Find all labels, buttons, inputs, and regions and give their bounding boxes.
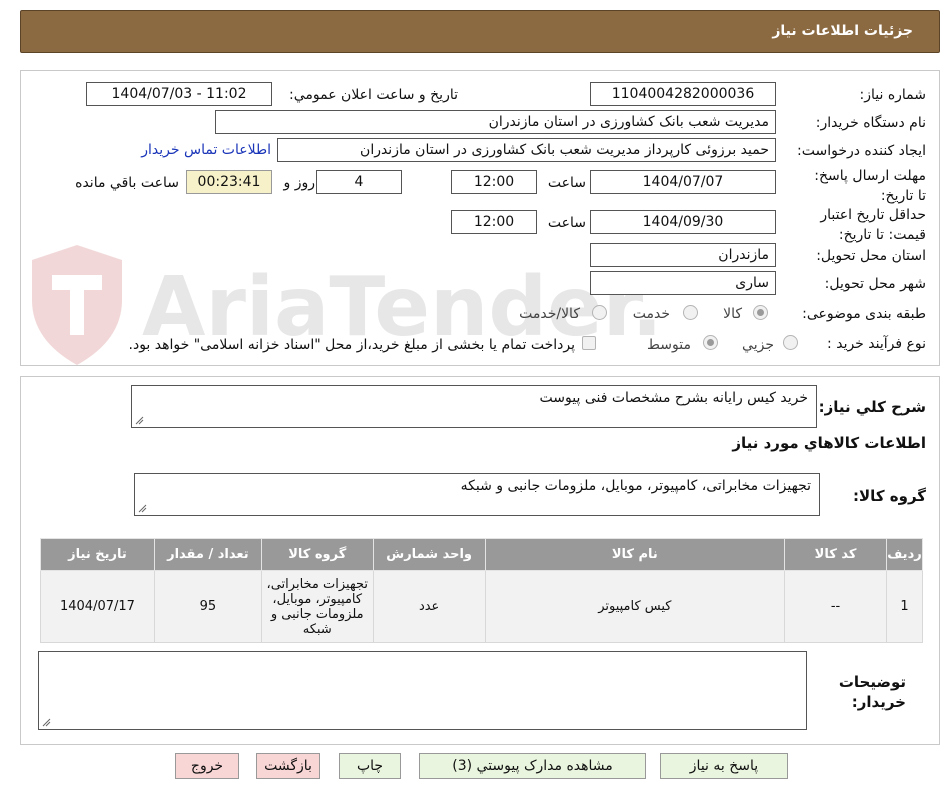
resize-handle-icon[interactable] — [42, 718, 51, 727]
contact-info-link[interactable]: اطلاعات تماس خريدار — [141, 142, 271, 158]
city-field: ساری — [590, 271, 776, 295]
cell-goods-code: -- — [784, 570, 887, 643]
goods-section-title: اطلاعات کالاهاي مورد نياز — [732, 434, 926, 452]
col-need-date: تاريخ نياز — [40, 538, 155, 571]
price-time-field: 12:00 — [451, 210, 537, 234]
exit-button[interactable]: خروج — [175, 753, 239, 779]
price-validity-label: حداقل تاريخ اعتبار قيمت: تا تاريخ: — [820, 207, 926, 243]
goods-group-textarea[interactable]: تجهيزات مخابراتی، کامپيوتر، موبايل، ملزو… — [134, 473, 820, 516]
view-attachments-button[interactable]: مشاهده مدارک پيوستي (3) — [419, 753, 646, 779]
cell-goods-name: کيس کامپيوتر — [484, 570, 786, 643]
buyer-notes-textarea[interactable] — [38, 651, 807, 730]
announce-label: تاريخ و ساعت اعلان عمومي: — [289, 87, 458, 103]
reply-date-field: 1404/07/07 — [590, 170, 776, 194]
remaining-time-field: 00:23:41 — [186, 170, 272, 194]
price-date-field: 1404/09/30 — [590, 210, 776, 234]
reply-deadline-label: مهلت ارسال پاسخ: تا تاريخ: — [814, 168, 926, 204]
cell-row-number: 1 — [885, 570, 924, 643]
city-label: شهر محل تحويل: — [824, 276, 926, 292]
goods-group-label: گروه کالا: — [853, 487, 926, 505]
days-field: 4 — [316, 170, 402, 194]
goods-table: تاريخ نياز تعداد / مقدار گروه کالا واحد … — [40, 538, 924, 643]
description-text: خريد کيس رايانه بشرح مشخصات فنی پيوست — [539, 390, 808, 406]
remaining-label: ساعت باقي مانده — [75, 175, 179, 191]
back-button[interactable]: بازگشت — [256, 753, 320, 779]
category-service-radio[interactable] — [683, 305, 698, 320]
description-textarea[interactable]: خريد کيس رايانه بشرح مشخصات فنی پيوست — [131, 385, 817, 428]
treasury-payment-note: پرداخت تمام يا بخشی از مبلغ خريد،از محل … — [128, 337, 575, 353]
print-button[interactable]: چاپ — [339, 753, 401, 779]
reply-time-label: ساعت — [547, 175, 586, 191]
process-medium-radio[interactable] — [703, 335, 718, 350]
cell-unit: عدد — [372, 570, 486, 643]
announce-field: 1404/07/03 - 11:02 — [86, 82, 272, 106]
col-unit: واحد شمارش — [372, 538, 486, 571]
need-number-field: 1104004282000036 — [590, 82, 776, 106]
process-minor-radio[interactable] — [783, 335, 798, 350]
price-time-label: ساعت — [547, 215, 586, 231]
table-header-row: تاريخ نياز تعداد / مقدار گروه کالا واحد … — [40, 538, 924, 571]
col-quantity: تعداد / مقدار — [153, 538, 262, 571]
process-minor-label: جزيي — [742, 337, 774, 353]
col-goods-name: نام کالا — [484, 538, 786, 571]
process-medium-label: متوسط — [647, 337, 691, 353]
category-goods-service-label: کالا/خدمت — [519, 306, 580, 322]
cell-quantity: 95 — [153, 570, 262, 643]
days-label: روز و — [283, 175, 316, 191]
buyer-org-field: مديريت شعب بانک کشاورزی در استان مازندرا… — [215, 110, 776, 134]
table-row: 1404/07/17 95 تجهيزات مخابراتی، کامپيوتر… — [40, 570, 924, 643]
col-goods-group: گروه کالا — [260, 538, 374, 571]
need-number-label: شماره نياز: — [859, 87, 927, 103]
col-goods-code: کد کالا — [784, 538, 887, 571]
creator-label: ايجاد کننده درخواست: — [797, 143, 926, 159]
resize-handle-icon[interactable] — [138, 504, 147, 513]
cell-need-date: 1404/07/17 — [40, 570, 155, 643]
resize-handle-icon[interactable] — [135, 416, 144, 425]
province-field: مازندران — [590, 243, 776, 267]
category-service-label: خدمت — [632, 306, 670, 322]
goods-group-text: تجهيزات مخابراتی، کامپيوتر، موبايل، ملزو… — [460, 478, 811, 494]
buyer-notes-label: توضيحات خريدار: — [838, 673, 906, 711]
buyer-org-label: نام دستگاه خريدار: — [815, 115, 926, 131]
reply-time-field: 12:00 — [451, 170, 537, 194]
cell-goods-group: تجهيزات مخابراتی، کامپيوتر، موبايل، ملزو… — [260, 570, 374, 643]
category-label: طبقه بندی موضوعی: — [802, 306, 926, 322]
page-title: جزئيات اطلاعات نياز — [772, 23, 913, 39]
creator-field: حميد برزوئی کارپرداز مديريت شعب بانک کشا… — [277, 138, 776, 162]
province-label: استان محل تحويل: — [816, 248, 926, 264]
category-goods-label: کالا — [723, 306, 742, 322]
reply-button[interactable]: پاسخ به نياز — [660, 753, 788, 779]
treasury-payment-checkbox[interactable] — [582, 336, 596, 350]
process-type-label: نوع فرآيند خريد : — [827, 336, 926, 352]
description-label: شرح کلي نياز: — [818, 398, 926, 416]
category-goods-radio[interactable] — [753, 305, 768, 320]
page-header: جزئيات اطلاعات نياز — [20, 10, 940, 53]
col-row-number: رديف — [885, 538, 924, 571]
category-goods-service-radio[interactable] — [592, 305, 607, 320]
